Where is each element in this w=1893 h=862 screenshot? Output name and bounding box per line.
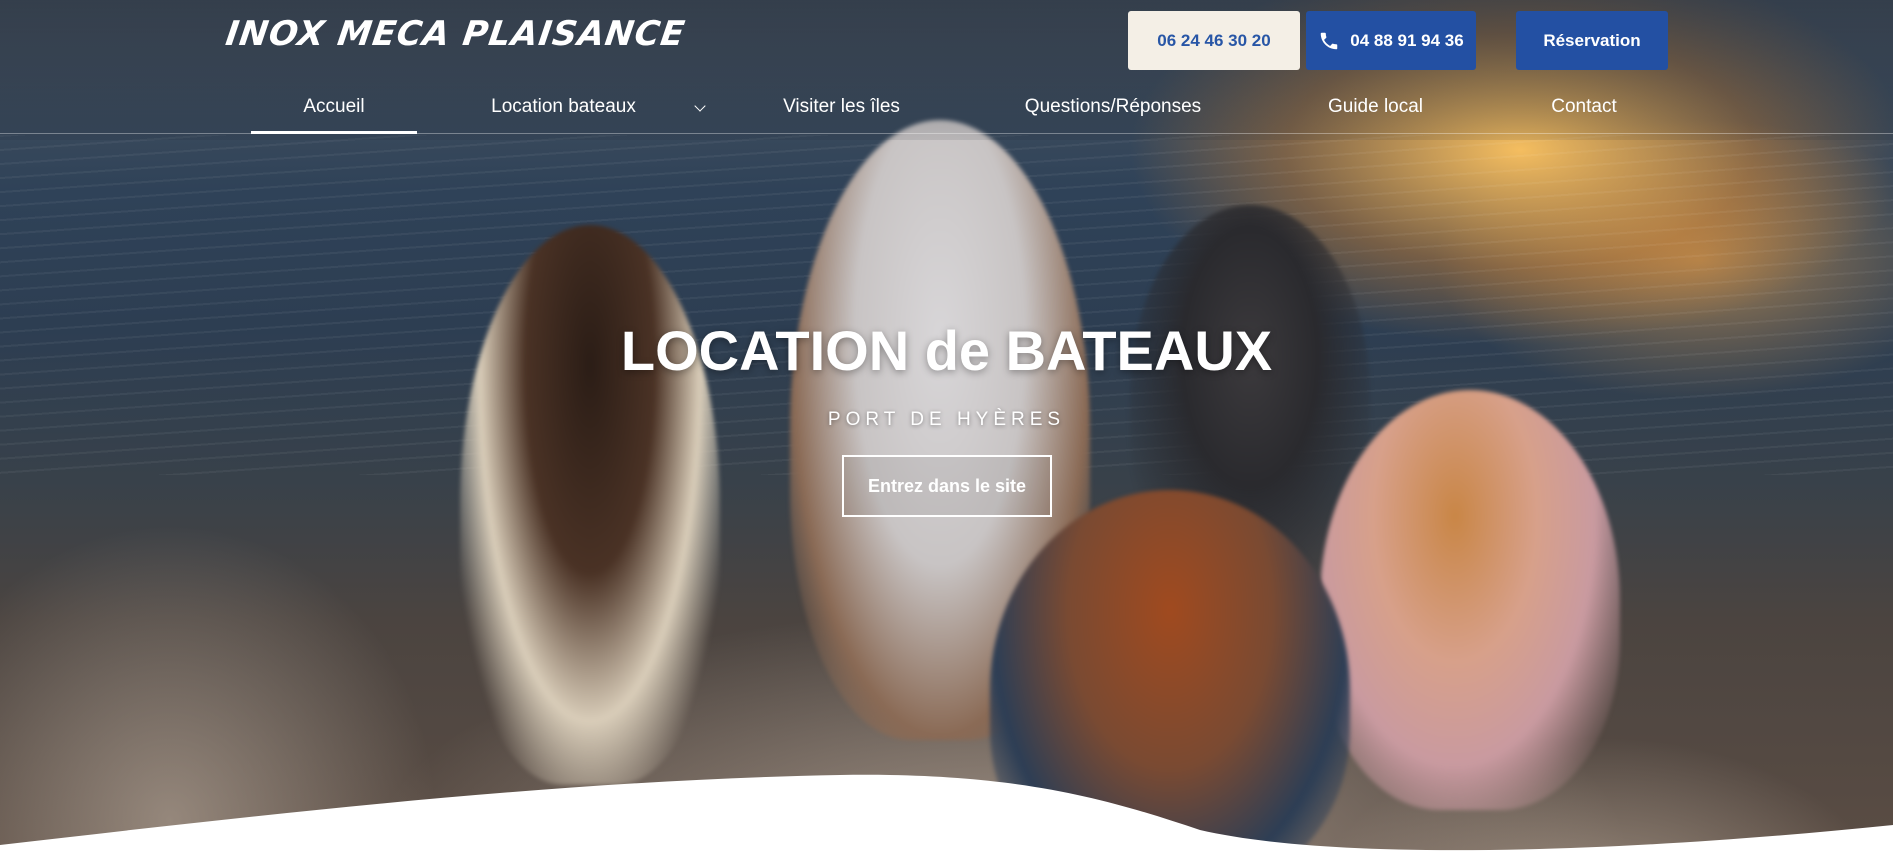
nav-item-accueil[interactable]: Accueil <box>251 80 417 134</box>
main-navigation: Accueil Location bateaux Visiter les île… <box>0 80 1893 134</box>
site-logo[interactable]: INOX MECA PLAISANCE <box>223 14 688 54</box>
hero-title: LOCATION de BATEAUX <box>620 319 1273 382</box>
nav-item-location-bateaux[interactable]: Location bateaux <box>468 80 659 134</box>
phone-icon <box>1321 32 1338 49</box>
person-figure <box>460 225 720 785</box>
hero-subtitle: PORT DE HYÈRES <box>827 409 1066 430</box>
enter-site-button[interactable]: Entrez dans le site <box>842 455 1052 517</box>
phone-button-landline[interactable]: 04 88 91 94 36 <box>1306 11 1476 70</box>
person-figure <box>1320 390 1620 810</box>
reservation-button[interactable]: Réservation <box>1516 11 1668 70</box>
nav-item-questions-reponses[interactable]: Questions/Réponses <box>1012 80 1214 134</box>
nav-item-guide-local[interactable]: Guide local <box>1318 80 1433 134</box>
phone-number-label: 04 88 91 94 36 <box>1350 30 1464 50</box>
nav-item-visiter-les-iles[interactable]: Visiter les îles <box>770 80 913 134</box>
chevron-down-icon[interactable] <box>694 100 706 112</box>
nav-item-contact[interactable]: Contact <box>1540 80 1628 134</box>
wave-divider <box>0 774 1893 862</box>
phone-button-mobile[interactable]: 06 24 46 30 20 <box>1128 11 1300 70</box>
